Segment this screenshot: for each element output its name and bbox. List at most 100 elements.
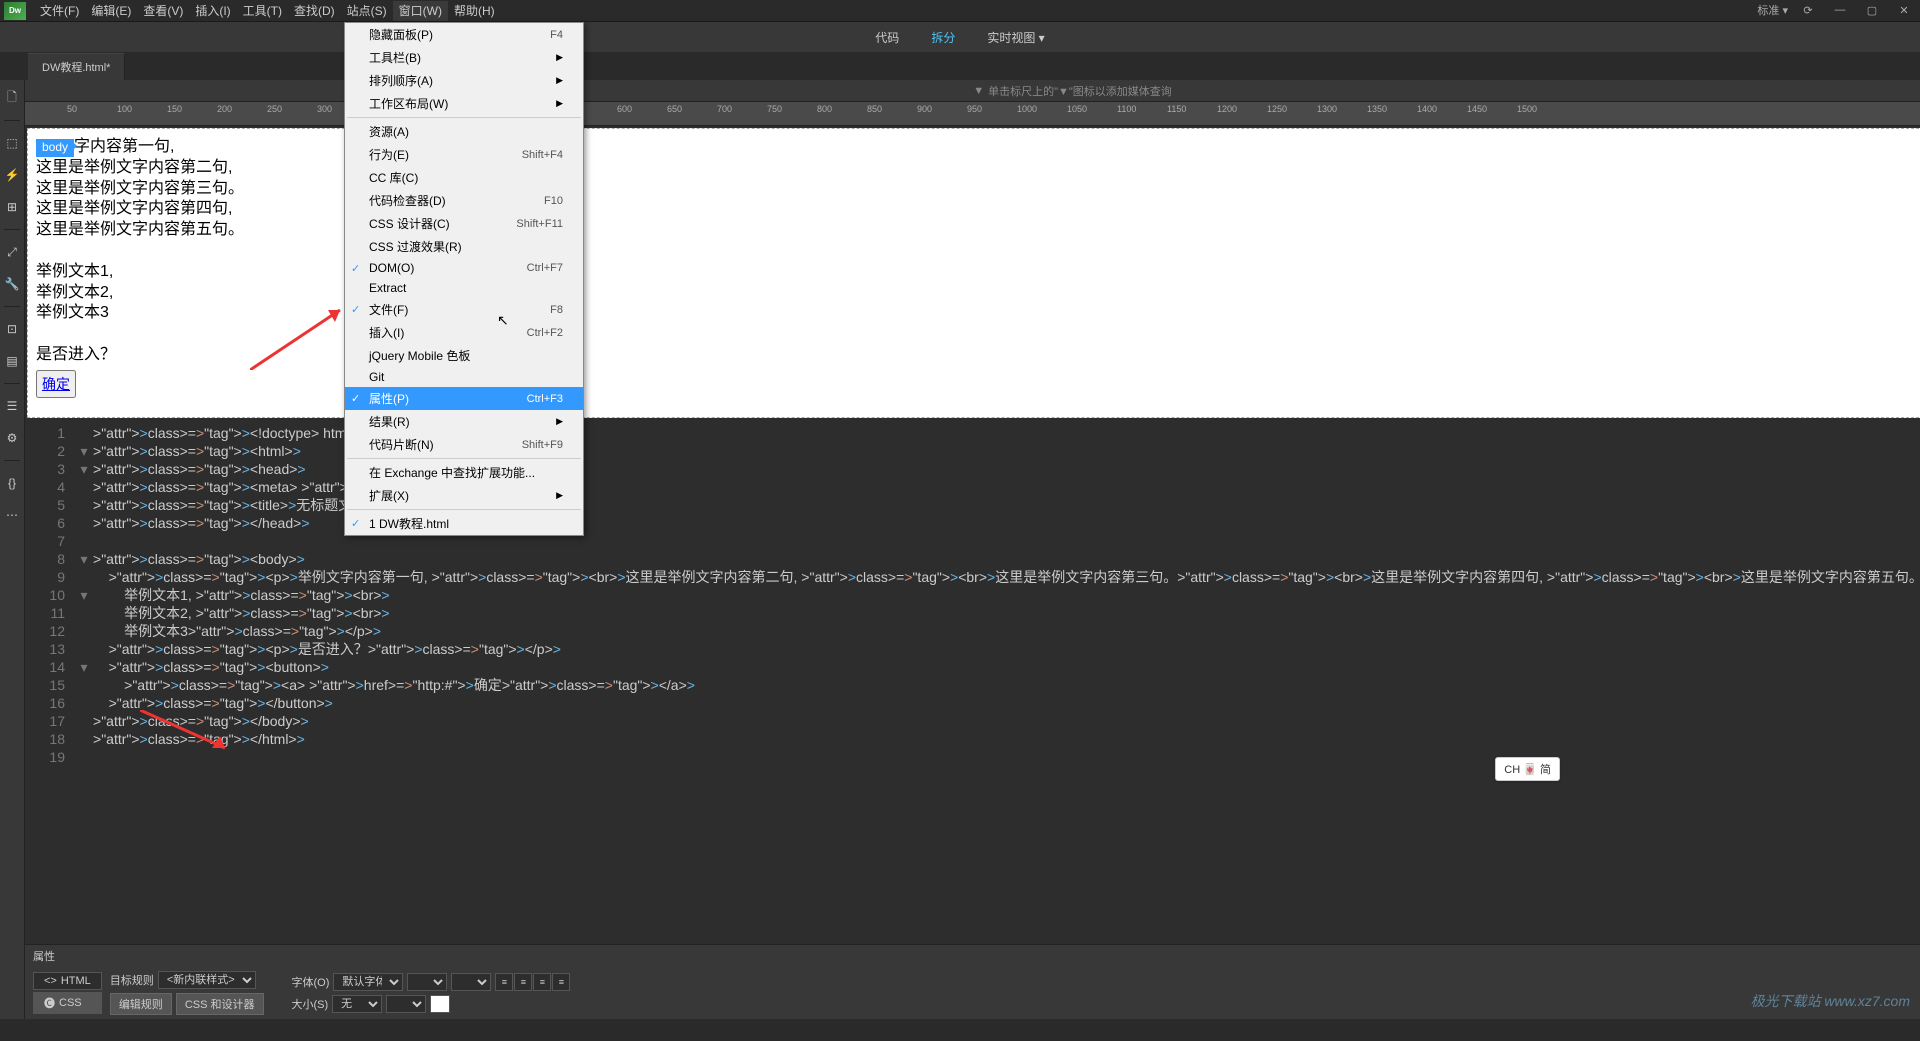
menu-item[interactable]: 帮助(H) (448, 1, 501, 21)
menu-item[interactable]: 扩展(X)▶ (345, 484, 583, 507)
code-line[interactable]: 13 >"attr">>class>=>"tag">><p>>是否进入？>"at… (25, 640, 1920, 658)
menu-item[interactable]: ✓属性(P)Ctrl+F3 (345, 387, 583, 410)
code-view[interactable]: 1>"attr">>class>=>"tag">><!doctype> html… (25, 420, 1920, 944)
close-button[interactable]: ✕ (1892, 2, 1916, 18)
wrench-icon[interactable]: 🔧 (0, 272, 24, 296)
align-right-icon[interactable]: ≡ (533, 973, 551, 991)
code-line[interactable]: 11 举例文本2, >"attr">>class>=>"tag">><br>> (25, 604, 1920, 622)
code-line[interactable]: 19 (25, 748, 1920, 766)
split-horiz-icon[interactable]: ⬚ (0, 131, 24, 155)
code-view-button[interactable]: 代码 (867, 25, 907, 50)
menu-item[interactable]: ✓1 DW教程.html (345, 512, 583, 535)
media-dropdown-icon[interactable]: ▼ (973, 85, 984, 97)
check-icon: ✓ (351, 517, 360, 530)
window-menu-dropdown[interactable]: 隐藏面板(P)F4工具栏(B)▶排列顺序(A)▶工作区布局(W)▶ 资源(A)行为… (344, 22, 584, 536)
menu-item[interactable]: 查看(V) (137, 1, 189, 21)
ruler[interactable]: 5010015020025030035040045050055060065070… (25, 102, 1920, 126)
menu-item[interactable]: CSS 设计器(C)Shift+F11 (345, 212, 583, 235)
list-icon[interactable]: ☰ (0, 394, 24, 418)
adjust-icon[interactable]: ⚙ (0, 426, 24, 450)
menu-item[interactable]: 工具(T) (237, 1, 288, 21)
workspace-label[interactable]: 标准 ▾ (1757, 2, 1788, 18)
color-swatch[interactable] (430, 995, 450, 1013)
font-style-select[interactable] (407, 973, 447, 991)
menu-item[interactable]: 行为(E)Shift+F4 (345, 143, 583, 166)
menu-item[interactable]: 工作区布局(W)▶ (345, 92, 583, 115)
menu-item[interactable]: 隐藏面板(P)F4 (345, 23, 583, 46)
menu-item[interactable]: CSS 过渡效果(R) (345, 235, 583, 258)
code-line[interactable]: 12 举例文本3>"attr">>class>=>"tag">></p>> (25, 622, 1920, 640)
code-line[interactable]: 5>"attr">>class>=>"tag">><title>>无标题文档>"… (25, 496, 1920, 514)
code-line[interactable]: 7 (25, 532, 1920, 550)
code-line[interactable]: 8▾>"attr">>class>=>"tag">><body>> (25, 550, 1920, 568)
menu-item[interactable]: 排列顺序(A)▶ (345, 69, 583, 92)
menu-item[interactable]: 资源(A) (345, 120, 583, 143)
code-line[interactable]: 2▾>"attr">>class>=>"tag">><html>> (25, 442, 1920, 460)
align-center-icon[interactable]: ≡ (514, 973, 532, 991)
menu-item[interactable]: Extract (345, 278, 583, 298)
menu-item[interactable]: CC 库(C) (345, 166, 583, 189)
target-rule-select[interactable]: <新内联样式> (158, 971, 256, 989)
body-tag-selector[interactable]: body (36, 139, 74, 157)
ruler-mark: 1100 (1117, 104, 1136, 114)
font-select[interactable]: 默认字体 (333, 973, 403, 991)
live-icon[interactable]: ⚡ (0, 163, 24, 187)
more-icon[interactable]: ⋯ (0, 503, 24, 527)
props-css-tab[interactable]: 🅒 CSS (33, 992, 102, 1014)
size-select[interactable]: 无 (332, 995, 382, 1013)
menu-item[interactable]: 在 Exchange 中查找扩展功能... (345, 461, 583, 484)
dom-icon[interactable]: ⊡ (0, 317, 24, 341)
code-line[interactable]: 15 >"attr">>class>=>"tag">><a> >"attr">>… (25, 676, 1920, 694)
menu-item[interactable]: 编辑(E) (85, 1, 137, 21)
font-weight-select[interactable] (451, 973, 491, 991)
minimize-button[interactable]: — (1828, 2, 1852, 18)
live-view-button[interactable]: 实时视图 ▾ (979, 25, 1052, 50)
menu-item[interactable]: 查找(D) (288, 1, 341, 21)
menu-item[interactable]: 结果(R)▶ (345, 410, 583, 433)
menu-item[interactable]: Git (345, 367, 583, 387)
menu-item[interactable]: jQuery Mobile 色板 (345, 344, 583, 367)
menu-item[interactable]: 代码检查器(D)F10 (345, 189, 583, 212)
file-manage-icon[interactable]: 🗋 (0, 86, 24, 110)
snippet-icon[interactable]: {} (0, 471, 24, 495)
menu-item[interactable]: 工具栏(B)▶ (345, 46, 583, 69)
props-html-tab[interactable]: <> HTML (33, 972, 102, 990)
assets-icon[interactable]: ▤ (0, 349, 24, 373)
code-line[interactable]: 1>"attr">>class>=>"tag">><!doctype> html… (25, 424, 1920, 442)
design-view[interactable]: body字内容第一句, 这里是举例文字内容第二句, 这里是举例文字内容第三句。 … (27, 128, 1920, 418)
menubar: Dw 文件(F)编辑(E)查看(V)插入(I)工具(T)查找(D)站点(S)窗口… (0, 0, 1920, 22)
code-line[interactable]: 17>"attr">>class>=>"tag">></body>> (25, 712, 1920, 730)
align-left-icon[interactable]: ≡ (495, 973, 513, 991)
menu-item[interactable]: 窗口(W) (393, 1, 448, 21)
menu-item[interactable]: 插入(I) (189, 1, 236, 21)
code-line[interactable]: 16 >"attr">>class>=>"tag">></button>> (25, 694, 1920, 712)
expand-icon[interactable]: ⤢ (0, 240, 24, 264)
menu-item[interactable]: ✓文件(F)F8 (345, 298, 583, 321)
menu-item[interactable]: 文件(F) (34, 1, 85, 21)
css-designer-button[interactable]: CSS 和设计器 (176, 993, 264, 1015)
align-justify-icon[interactable]: ≡ (552, 973, 570, 991)
menu-item[interactable]: 插入(I)Ctrl+F2 (345, 321, 583, 344)
split-view-button[interactable]: 拆分 (923, 25, 963, 50)
edit-rule-button[interactable]: 编辑规则 (110, 993, 172, 1015)
ruler-mark: 1050 (1067, 104, 1087, 114)
confirm-link[interactable]: 确定 (42, 376, 70, 392)
code-line[interactable]: 18>"attr">>class>=>"tag">></html>> (25, 730, 1920, 748)
code-line[interactable]: 10▾ 举例文本1, >"attr">>class>=>"tag">><br>> (25, 586, 1920, 604)
menu-item[interactable]: 代码片断(N)Shift+F9 (345, 433, 583, 456)
code-line[interactable]: 9 >"attr">>class>=>"tag">><p>>举例文字内容第一句,… (25, 568, 1920, 586)
design-text: 这里是举例文字内容第五句。 (36, 221, 244, 238)
document-tab[interactable]: DW教程.html* (28, 53, 125, 80)
code-line[interactable]: 14▾ >"attr">>class>=>"tag">><button>> (25, 658, 1920, 676)
menu-item[interactable]: ✓DOM(O)Ctrl+F7 (345, 258, 583, 278)
size-unit-select[interactable] (386, 995, 426, 1013)
code-line[interactable]: 6>"attr">>class>=>"tag">></head>> (25, 514, 1920, 532)
media-query-bar[interactable]: ▼ 单击标尺上的"▼"图标以添加媒体查询 (25, 80, 1920, 102)
confirm-button[interactable]: 确定 (36, 370, 76, 398)
code-line[interactable]: 3▾>"attr">>class>=>"tag">><head>> (25, 460, 1920, 478)
inspect-icon[interactable]: ⊞ (0, 195, 24, 219)
maximize-button[interactable]: ▢ (1860, 2, 1884, 18)
code-line[interactable]: 4>"attr">>class>=>"tag">><meta> >"attr">… (25, 478, 1920, 496)
sync-icon[interactable]: ⟳ (1796, 2, 1820, 18)
menu-item[interactable]: 站点(S) (341, 1, 393, 21)
